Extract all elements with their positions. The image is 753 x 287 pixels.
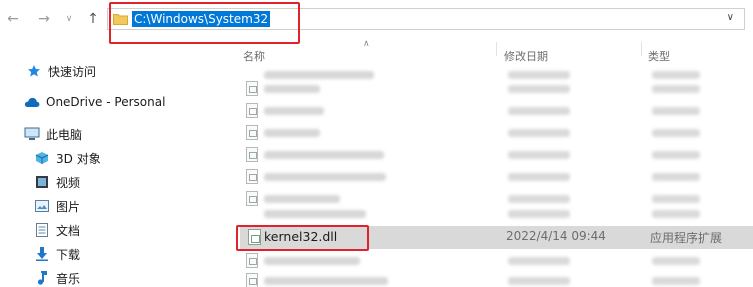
sidebar-item-quick-access[interactable]: 快速访问 [26,61,96,81]
blurred-file-date [508,277,570,285]
star-icon [26,63,42,79]
sidebar-item-label: 音乐 [56,271,81,286]
picture-icon [34,198,50,214]
forward-arrow-icon[interactable]: → [35,9,53,29]
dll-file-icon [246,81,258,96]
blurred-file-date [508,85,570,93]
sidebar-item-downloads[interactable]: 下载 [34,244,80,264]
sort-ascending-icon: ∧ [363,39,370,49]
blurred-file-name [264,107,324,115]
up-arrow-icon[interactable]: ↑ [84,9,102,29]
list-item[interactable] [240,78,753,100]
column-divider[interactable] [496,42,497,56]
column-header-type[interactable]: 类型 [648,48,670,64]
blurred-file-name [264,210,366,218]
blurred-file-type [652,277,700,285]
sidebar-item-label: 下载 [56,247,81,262]
file-annotation-box [236,225,369,251]
sidebar-item-pictures[interactable]: 图片 [34,196,80,216]
address-annotation-box [109,2,300,44]
dll-file-icon [246,253,258,268]
list-item[interactable] [240,166,753,188]
sidebar-item-label: 3D 对象 [56,151,101,166]
document-icon [34,222,50,238]
dll-file-icon [246,273,258,287]
blurred-file-type [652,129,700,137]
blurred-file-date [508,151,570,159]
sidebar-item-label: OneDrive - Personal [46,95,166,109]
blurred-file-date [508,107,570,115]
blurred-file-name [264,173,386,181]
blurred-file-name [264,85,320,93]
sidebar-item-label: 视频 [56,175,81,190]
blurred-file-type [652,85,700,93]
list-item[interactable] [240,100,753,122]
sidebar-item-label: 此电脑 [46,127,83,142]
column-divider[interactable] [641,42,642,56]
film-icon [34,174,50,190]
blurred-file-name [264,257,360,265]
dll-file-icon [246,125,258,140]
blurred-file-type [652,195,700,203]
cloud-icon [24,94,40,110]
blurred-file-name [264,195,340,203]
blurred-file-name [264,129,320,137]
computer-icon [24,126,40,142]
file-type: 应用程序扩展 [650,231,723,245]
blurred-file-date [508,257,570,265]
blurred-file-type [652,173,700,181]
dll-file-icon [246,103,258,118]
dll-file-icon [246,169,258,184]
recent-locations-chevron-icon[interactable]: ∨ [60,9,78,29]
sidebar-item-videos[interactable]: 视频 [34,172,80,192]
sidebar-item-this-pc[interactable]: 此电脑 [24,124,82,144]
column-header-name[interactable]: 名称 [243,48,265,64]
music-note-icon [34,270,50,286]
file-date: 2022/4/14 09:44 [506,229,606,243]
sidebar-item-label: 快速访问 [48,64,97,79]
back-arrow-icon[interactable]: ← [4,9,22,29]
list-item[interactable] [240,270,753,287]
list-item[interactable] [240,144,753,166]
download-arrow-icon [34,246,50,262]
blurred-file-date [508,195,570,203]
dll-file-icon [246,191,258,206]
blurred-file-type [652,107,700,115]
sidebar-item-label: 图片 [56,199,81,214]
column-header-date[interactable]: 修改日期 [504,48,548,64]
blurred-file-date [508,210,570,218]
dll-file-icon [246,147,258,162]
blurred-file-name [264,277,388,285]
sidebar-item-3d-objects[interactable]: 3D 对象 [34,148,101,168]
address-dropdown-chevron-icon[interactable]: ∨ [727,12,734,23]
sidebar-item-documents[interactable]: 文档 [34,220,80,240]
list-item[interactable] [240,122,753,144]
sidebar-item-onedrive[interactable]: OneDrive - Personal [24,92,165,112]
blurred-file-date [508,129,570,137]
blurred-file-name [264,151,384,159]
sidebar-item-label: 文档 [56,223,81,238]
blurred-file-date [508,173,570,181]
sidebar-item-music[interactable]: 音乐 [34,268,80,287]
cube-icon [34,150,50,166]
blurred-file-type [652,257,700,265]
blurred-file-type [652,210,700,218]
list-item[interactable] [240,250,753,272]
list-item[interactable] [240,206,753,222]
blurred-file-type [652,151,700,159]
